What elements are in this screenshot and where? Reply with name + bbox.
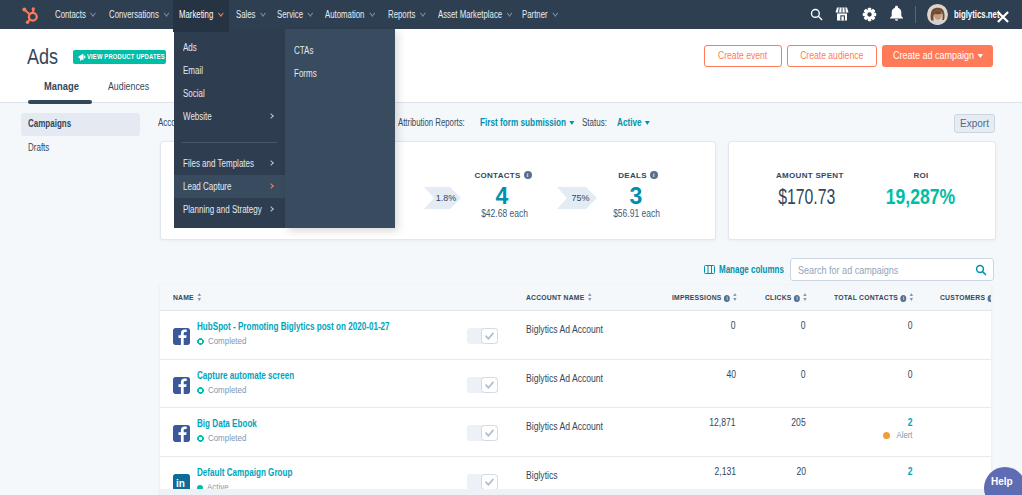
svg-text:in: in bbox=[176, 478, 185, 489]
